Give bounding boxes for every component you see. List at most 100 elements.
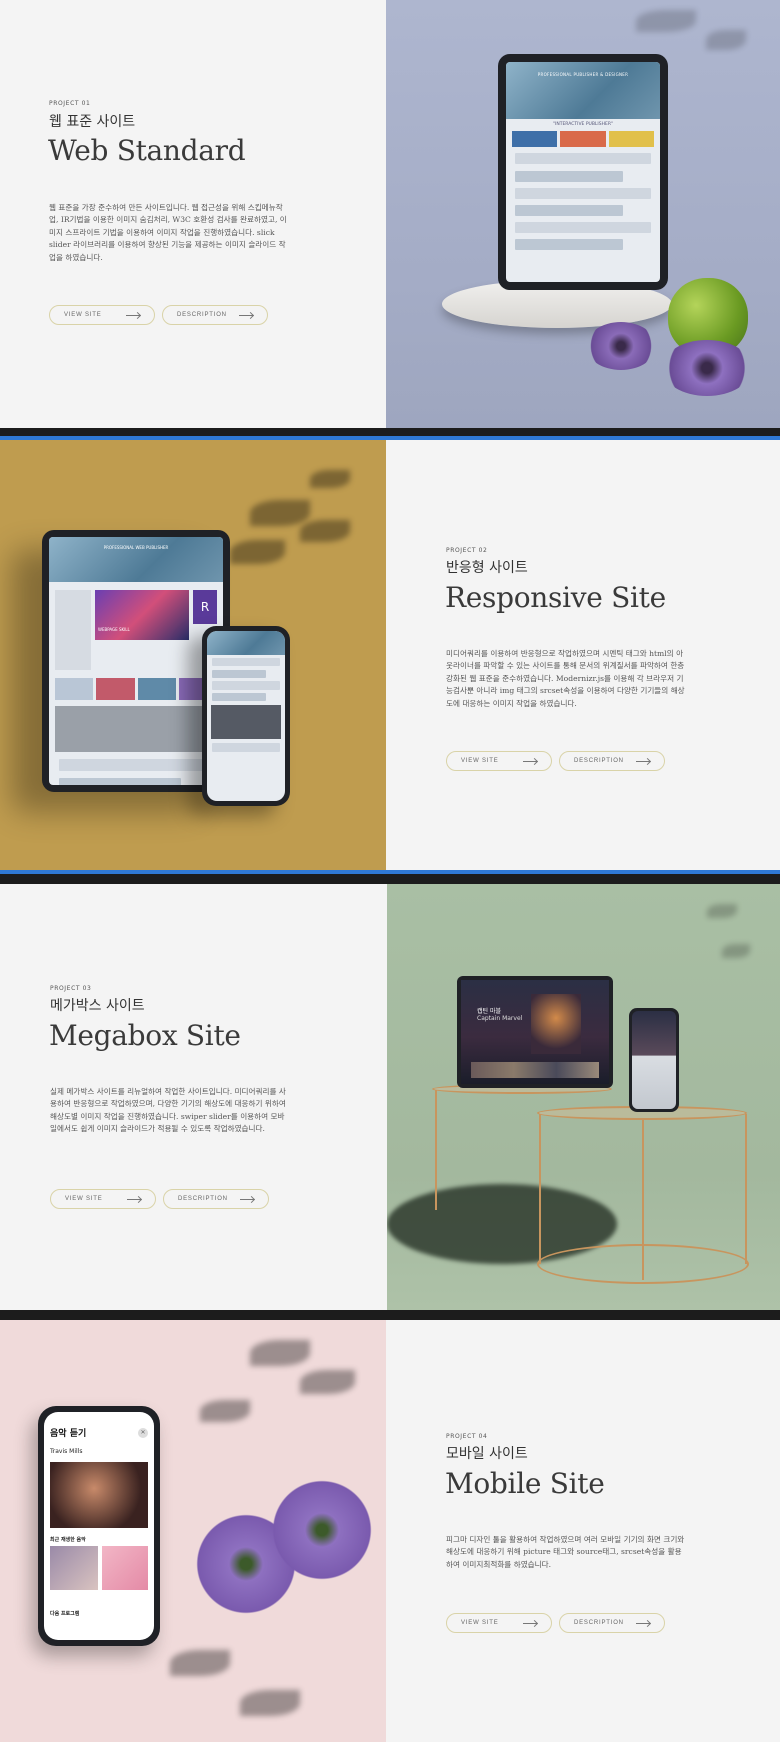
tablet-screen: PROFESSIONAL WEB PUBLISHER WEBPAGE SKILL… xyxy=(49,537,223,785)
arrow-right-icon xyxy=(240,1199,254,1200)
project-title-kr: 모바일 사이트 xyxy=(446,1446,528,1462)
project-description: 미디어쿼리를 이용하여 반응형으로 작업하였으며 시멘틱 태그와 html의 아… xyxy=(446,649,685,708)
project-03-image: 캡틴 마블 Captain Marvel xyxy=(387,884,780,1310)
project-label: PROJECT 02 xyxy=(446,547,488,554)
view-site-label: VIEW SITE xyxy=(461,1620,499,1626)
view-site-label: VIEW SITE xyxy=(64,312,102,318)
view-site-button[interactable]: VIEW SITE xyxy=(49,305,155,325)
description-label: DESCRIPTION xyxy=(178,1196,228,1202)
arrow-right-icon xyxy=(126,315,140,316)
screen-header-text: PROFESSIONAL WEB PUBLISHER xyxy=(103,545,169,550)
project-01-text-panel: PROJECT 01 웹 표준 사이트 Web Standard 웹 표준을 가… xyxy=(0,0,386,428)
leaf-shadow-decoration xyxy=(170,1650,230,1676)
phone-mockup xyxy=(629,1008,679,1112)
tablet-mockup: 캡틴 마블 Captain Marvel xyxy=(457,976,613,1088)
section-divider xyxy=(0,874,780,884)
project-label: PROJECT 04 xyxy=(446,1433,488,1440)
project-title-kr: 반응형 사이트 xyxy=(446,560,528,576)
project-label: PROJECT 03 xyxy=(50,985,92,992)
arrow-right-icon xyxy=(239,315,253,316)
screen-movie-title: 캡틴 마블 xyxy=(477,1008,501,1015)
view-site-button[interactable]: VIEW SITE xyxy=(446,1613,552,1633)
description-button[interactable]: DESCRIPTION xyxy=(559,751,665,771)
purple-flower xyxy=(662,340,752,396)
purple-flower xyxy=(272,1480,372,1580)
tablet-screen: 캡틴 마블 Captain Marvel xyxy=(461,980,609,1084)
app-title: 음악 듣기 xyxy=(50,1429,87,1439)
leaf-shadow-decoration xyxy=(250,1340,310,1366)
project-title-en: Web Standard xyxy=(48,134,246,167)
tablet-mockup: PROFESSIONAL PUBLISHER & DESIGNER "INTER… xyxy=(498,54,668,290)
section-divider xyxy=(0,428,780,436)
app-section-next: 다음 프로그램 xyxy=(50,1611,80,1617)
view-site-button[interactable]: VIEW SITE xyxy=(50,1189,156,1209)
tablet-screen: PROFESSIONAL PUBLISHER & DESIGNER "INTER… xyxy=(506,62,660,282)
project-03-text-panel: PROJECT 03 메가박스 사이트 Megabox Site 실제 메가박스… xyxy=(0,884,387,1310)
description-label: DESCRIPTION xyxy=(177,312,227,318)
project-title-en: Responsive Site xyxy=(445,581,666,614)
project-description: 피그마 디자인 툴을 활용하여 작업하였으며 여러 모바일 기기의 화면 크기와… xyxy=(446,1535,685,1569)
view-site-button[interactable]: VIEW SITE xyxy=(446,751,552,771)
arrow-right-icon xyxy=(636,1623,650,1624)
project-04-section: 음악 듣기 ✕ Travis Mills 최근 재생한 음악 다음 프로그램 P… xyxy=(0,1320,780,1742)
leaf-shadow-decoration xyxy=(200,1400,250,1422)
project-label: PROJECT 01 xyxy=(49,100,91,107)
phone-mockup xyxy=(202,626,290,806)
app-section-recent: 최근 재생한 음악 xyxy=(50,1537,86,1543)
view-site-label: VIEW SITE xyxy=(65,1196,103,1202)
arrow-right-icon xyxy=(636,761,650,762)
leaf-shadow-decoration xyxy=(240,1690,300,1716)
description-button[interactable]: DESCRIPTION xyxy=(163,1189,269,1209)
description-label: DESCRIPTION xyxy=(574,758,624,764)
table-leg xyxy=(745,1114,747,1264)
phone-mockup: 음악 듣기 ✕ Travis Mills 최근 재생한 음악 다음 프로그램 xyxy=(38,1406,160,1646)
screen-header-text: PROFESSIONAL PUBLISHER & DESIGNER xyxy=(537,72,629,77)
album-thumb xyxy=(50,1546,98,1590)
leaf-shadow-decoration xyxy=(300,1370,355,1394)
screen-banner-text: WEBPAGE SKILL xyxy=(98,626,130,632)
arrow-right-icon xyxy=(523,1623,537,1624)
leaf-shadow-decoration xyxy=(706,30,746,50)
description-button[interactable]: DESCRIPTION xyxy=(559,1613,665,1633)
arrow-right-icon xyxy=(523,761,537,762)
project-02-section: PROFESSIONAL WEB PUBLISHER WEBPAGE SKILL… xyxy=(0,440,780,870)
project-title-en: Megabox Site xyxy=(49,1019,241,1052)
phone-screen xyxy=(632,1011,676,1109)
project-02-image: PROFESSIONAL WEB PUBLISHER WEBPAGE SKILL… xyxy=(0,440,386,870)
description-button[interactable]: DESCRIPTION xyxy=(162,305,268,325)
album-thumb xyxy=(102,1546,148,1590)
project-description: 실제 메가박스 사이트를 리뉴얼하여 작업한 사이트입니다. 미디어쿼리를 사용… xyxy=(50,1087,286,1134)
table-base-ring xyxy=(537,1244,749,1284)
leaf-shadow-decoration xyxy=(300,520,350,542)
album-cover xyxy=(50,1462,148,1528)
description-label: DESCRIPTION xyxy=(574,1620,624,1626)
project-04-text-panel: PROJECT 04 모바일 사이트 Mobile Site 피그마 디자인 툴… xyxy=(386,1320,780,1742)
project-01-image: PROFESSIONAL PUBLISHER & DESIGNER "INTER… xyxy=(386,0,780,428)
leaf-shadow-decoration xyxy=(636,10,696,32)
leaf-shadow-decoration xyxy=(250,500,310,526)
project-title-kr: 메가박스 사이트 xyxy=(50,998,145,1014)
leaf-shadow-decoration xyxy=(722,944,750,958)
leaf-shadow-decoration xyxy=(230,540,285,564)
purple-flower xyxy=(586,322,656,370)
project-04-image: 음악 듣기 ✕ Travis Mills 최근 재생한 음악 다음 프로그램 xyxy=(0,1320,386,1742)
project-03-section: PROJECT 03 메가박스 사이트 Megabox Site 실제 메가박스… xyxy=(0,884,780,1310)
screen-movie-subtitle: Captain Marvel xyxy=(477,1015,523,1022)
table-leg xyxy=(435,1090,437,1210)
project-title-kr: 웹 표준 사이트 xyxy=(49,114,136,130)
app-artist: Travis Mills xyxy=(50,1448,83,1455)
project-02-text-panel: PROJECT 02 반응형 사이트 Responsive Site 미디어쿼리… xyxy=(386,440,780,870)
leaf-shadow-decoration xyxy=(310,470,350,488)
arrow-right-icon xyxy=(127,1199,141,1200)
screen-badge: R xyxy=(193,589,217,624)
phone-screen xyxy=(207,631,285,801)
project-01-section: PROJECT 01 웹 표준 사이트 Web Standard 웹 표준을 가… xyxy=(0,0,780,428)
screen-tagline: "INTERACTIVE PUBLISHER" xyxy=(552,122,614,128)
project-description: 웹 표준을 가장 준수하여 만든 사이트입니다. 웹 접근성을 위해 스킵메뉴작… xyxy=(49,203,287,262)
view-site-label: VIEW SITE xyxy=(461,758,499,764)
leaf-shadow-decoration xyxy=(707,904,737,918)
section-divider xyxy=(0,1310,780,1320)
table-leg xyxy=(539,1114,541,1264)
project-title-en: Mobile Site xyxy=(445,1467,605,1500)
close-icon[interactable]: ✕ xyxy=(138,1428,148,1438)
